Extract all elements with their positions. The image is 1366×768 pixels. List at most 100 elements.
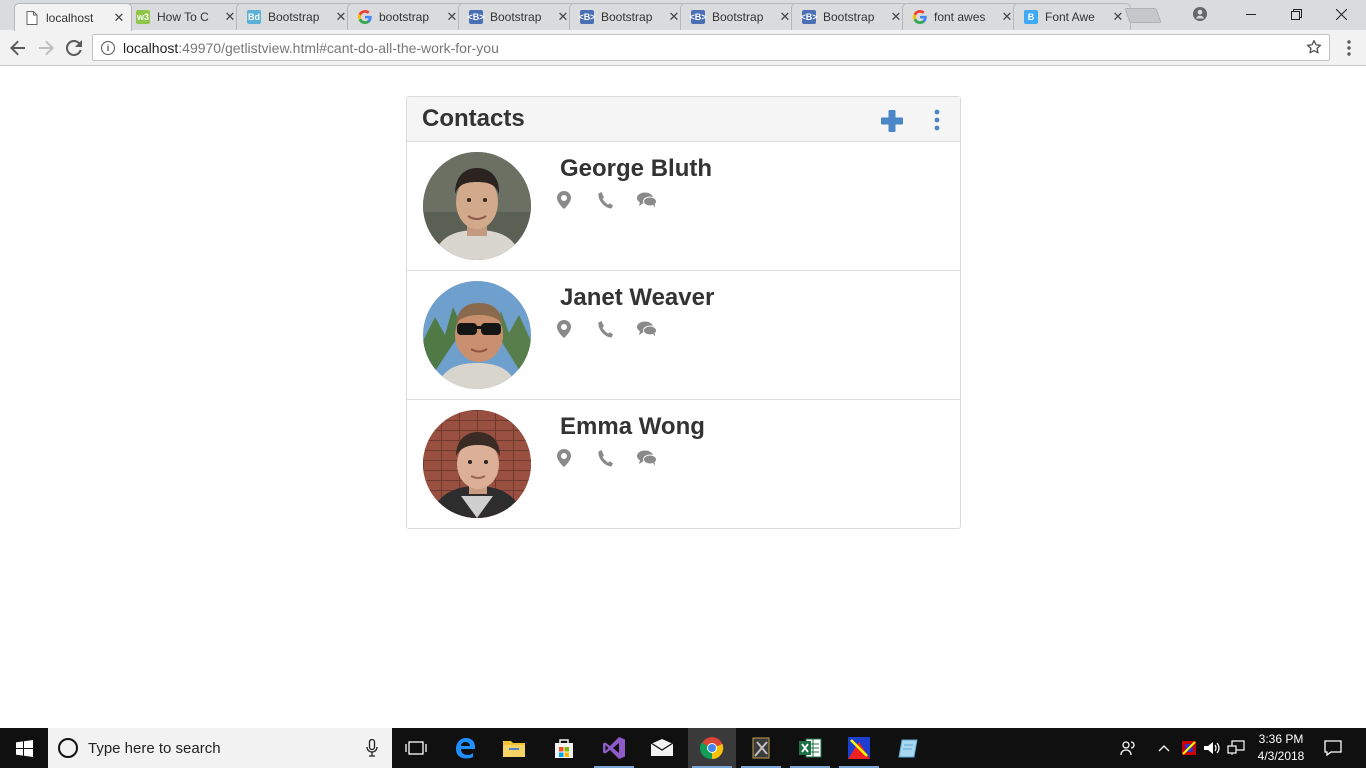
browser-tab[interactable]: w3 How To C ✕ — [125, 3, 243, 30]
cortana-icon[interactable] — [58, 738, 78, 758]
close-tab-icon[interactable]: ✕ — [335, 9, 347, 25]
browser-tab[interactable]: localhost ✕ — [14, 3, 132, 31]
profile-icon[interactable] — [1190, 5, 1210, 23]
bootstrap-b-icon: <B> — [578, 10, 596, 24]
windows-start-icon[interactable] — [0, 728, 48, 768]
chrome-menu-icon[interactable] — [1337, 36, 1361, 60]
contact-name: George Bluth — [560, 155, 713, 182]
close-tab-icon[interactable]: ✕ — [1112, 9, 1124, 25]
browser-tab[interactable]: <B> Bootstrap ✕ — [569, 3, 687, 30]
phone-icon[interactable] — [597, 318, 637, 340]
chevron-up-icon[interactable] — [1154, 728, 1174, 768]
volume-icon[interactable] — [1201, 728, 1223, 768]
tab-title: bootstrap — [379, 10, 430, 24]
address-path: :49970/getlistview.html#cant-do-all-the-… — [178, 39, 499, 56]
tab-title: Bootstrap — [268, 10, 320, 24]
tab-title: Bootstrap — [490, 10, 542, 24]
google-icon — [358, 10, 372, 24]
reload-icon[interactable] — [62, 36, 86, 60]
contact-name: Emma Wong — [560, 413, 705, 440]
bootstrap-b-icon: <B> — [467, 10, 485, 24]
tab-title: Bootstrap — [601, 10, 653, 24]
tray-app-icon[interactable] — [1178, 728, 1200, 768]
chat-icon[interactable] — [637, 318, 677, 340]
notes-icon[interactable] — [884, 728, 932, 768]
close-window-button[interactable] — [1318, 0, 1364, 28]
edge-icon[interactable] — [441, 728, 489, 768]
action-center-icon[interactable] — [1318, 728, 1348, 768]
address-host: localhost — [123, 39, 179, 56]
location-icon[interactable] — [557, 318, 597, 340]
new-tab-button[interactable] — [1124, 8, 1162, 23]
tools-icon[interactable] — [737, 728, 785, 768]
tab-title: Font Awe — [1045, 10, 1095, 24]
contact-name: Janet Weaver — [560, 284, 715, 311]
visual-studio-icon[interactable] — [590, 728, 638, 768]
tab-title: How To C — [157, 10, 209, 24]
network-icon[interactable] — [1225, 728, 1247, 768]
browser-tab[interactable]: Bd Bootstrap ✕ — [236, 3, 354, 30]
avatar — [423, 152, 531, 260]
close-tab-icon[interactable]: ✕ — [890, 9, 902, 25]
browser-tab[interactable]: <B> Bootstrap ✕ — [791, 3, 909, 30]
bootstrap-b-icon: <B> — [800, 10, 818, 24]
contacts-panel: Contacts George Bluth Janet Weaver Emma … — [406, 96, 961, 529]
address-bar[interactable]: i localhost:49970/getlistview.html#cant-… — [92, 34, 1330, 61]
browser-toolbar: i localhost:49970/getlistview.html#cant-… — [0, 30, 1366, 66]
browser-tab[interactable]: B Font Awe ✕ — [1013, 3, 1131, 30]
excel-icon[interactable] — [786, 728, 834, 768]
people-icon[interactable] — [1117, 728, 1141, 768]
tab-title: localhost — [46, 10, 94, 25]
minimize-button[interactable] — [1228, 0, 1274, 28]
clock-time: 3:36 PM — [1258, 732, 1304, 746]
page-icon — [25, 10, 39, 25]
browser-tab[interactable]: <B> Bootstrap ✕ — [680, 3, 798, 30]
avatar — [423, 410, 531, 518]
close-tab-icon[interactable]: ✕ — [224, 9, 236, 25]
close-tab-icon[interactable]: ✕ — [779, 9, 791, 25]
bootstrap-b-icon-light: B — [1024, 10, 1038, 24]
site-info-icon[interactable]: i — [101, 40, 115, 55]
avatar — [423, 281, 531, 389]
paint-icon[interactable] — [835, 728, 883, 768]
panel-header: Contacts — [407, 97, 960, 142]
close-tab-icon[interactable]: ✕ — [113, 10, 125, 26]
chat-icon[interactable] — [637, 189, 677, 211]
browser-tab[interactable]: <B> Bootstrap ✕ — [458, 3, 576, 30]
bookmark-star-icon[interactable] — [1305, 38, 1323, 59]
location-icon[interactable] — [557, 447, 597, 469]
contact-row[interactable]: Janet Weaver — [407, 271, 960, 400]
file-explorer-icon[interactable] — [490, 728, 538, 768]
clock-date: 4/3/2018 — [1257, 749, 1305, 763]
browser-tab[interactable]: font awes ✕ — [902, 3, 1020, 30]
microphone-icon[interactable] — [366, 738, 378, 761]
more-options-icon[interactable] — [931, 109, 943, 131]
restore-button[interactable] — [1273, 0, 1319, 28]
close-tab-icon[interactable]: ✕ — [668, 9, 680, 25]
mail-icon[interactable] — [638, 728, 686, 768]
bootstrap-b-icon: <B> — [689, 10, 707, 24]
tab-title: font awes — [934, 10, 986, 24]
add-contact-button[interactable] — [879, 108, 905, 134]
taskbar-search-box[interactable]: Type here to search — [48, 728, 392, 768]
close-tab-icon[interactable]: ✕ — [557, 9, 569, 25]
chrome-icon[interactable] — [688, 728, 736, 768]
back-icon[interactable] — [6, 36, 30, 60]
forward-icon[interactable] — [34, 36, 58, 60]
task-view-icon[interactable] — [392, 728, 440, 768]
contact-row[interactable]: Emma Wong — [407, 400, 960, 529]
close-tab-icon[interactable]: ✕ — [446, 9, 458, 25]
tab-title: Bootstrap — [712, 10, 764, 24]
location-icon[interactable] — [557, 189, 597, 211]
search-placeholder: Type here to search — [88, 739, 221, 757]
store-icon[interactable] — [540, 728, 588, 768]
browser-tab-strip: localhost ✕ w3 How To C ✕ Bd Bootstrap ✕ bootstr… — [0, 0, 1366, 31]
browser-tab[interactable]: bootstrap ✕ — [347, 3, 465, 30]
panel-title: Contacts — [422, 105, 525, 132]
phone-icon[interactable] — [597, 447, 637, 469]
close-tab-icon[interactable]: ✕ — [1001, 9, 1013, 25]
contact-row[interactable]: George Bluth — [407, 142, 960, 271]
chat-icon[interactable] — [637, 447, 677, 469]
taskbar-clock[interactable]: 3:36 PM 4/3/2018 — [1250, 731, 1312, 765]
phone-icon[interactable] — [597, 189, 637, 211]
